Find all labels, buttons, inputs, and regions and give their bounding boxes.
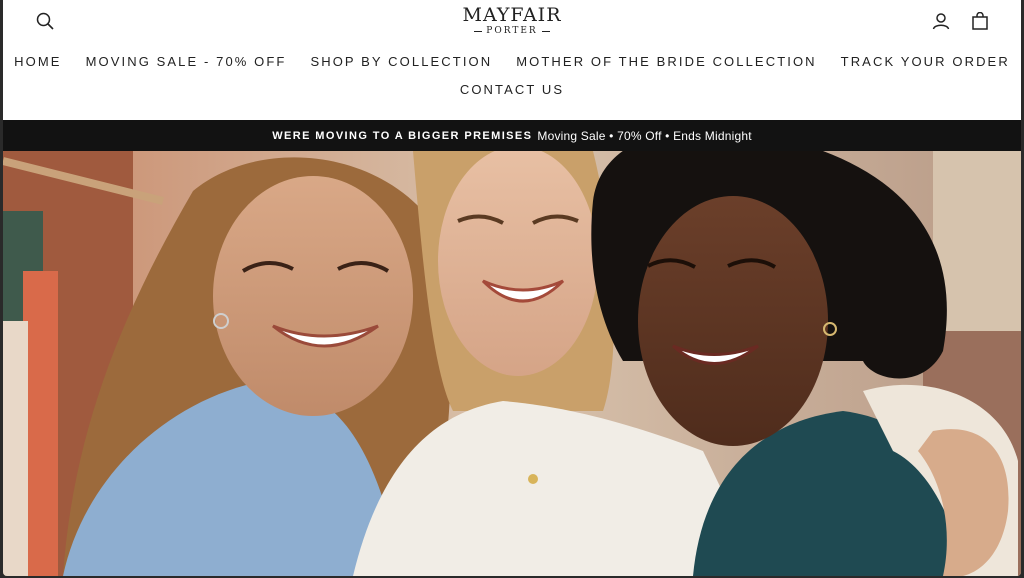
account-button[interactable] <box>929 9 953 33</box>
main-nav: HOME MOVING SALE - 70% OFF SHOP BY COLLE… <box>3 54 1021 98</box>
nav-contact-us[interactable]: CONTACT US <box>460 82 564 98</box>
site-header: MAYFAIR PORTER HOME MOVING SALE - 70% OF… <box>3 0 1021 120</box>
brand-subname-text: PORTER <box>486 26 538 36</box>
nav-track-order[interactable]: TRACK YOUR ORDER <box>841 54 1010 70</box>
nav-moving-sale[interactable]: MOVING SALE - 70% OFF <box>86 54 287 70</box>
hero-image <box>3 151 1021 576</box>
nav-row-2: CONTACT US <box>3 82 1021 98</box>
page-frame: MAYFAIR PORTER HOME MOVING SALE - 70% OF… <box>3 0 1021 576</box>
nav-home[interactable]: HOME <box>14 54 61 70</box>
hero-photo-illustration <box>3 151 1021 576</box>
shopping-bag-icon <box>972 12 988 30</box>
cart-button[interactable] <box>968 9 992 33</box>
announcement-headline: WERE MOVING TO A BIGGER PREMISES <box>272 129 533 142</box>
brand-name: MAYFAIR <box>462 4 562 26</box>
nav-mother-of-the-bride[interactable]: MOTHER OF THE BRIDE COLLECTION <box>516 54 816 70</box>
nav-shop-by-collection[interactable]: SHOP BY COLLECTION <box>310 54 492 70</box>
brand-logo[interactable]: MAYFAIR PORTER <box>3 4 1021 36</box>
announcement-bar: WERE MOVING TO A BIGGER PREMISES Moving … <box>3 120 1021 151</box>
nav-row-1: HOME MOVING SALE - 70% OFF SHOP BY COLLE… <box>3 54 1021 70</box>
brand-subname: PORTER <box>3 26 1021 36</box>
account-icon <box>932 13 950 30</box>
announcement-detail: Moving Sale • 70% Off • Ends Midnight <box>537 128 752 143</box>
